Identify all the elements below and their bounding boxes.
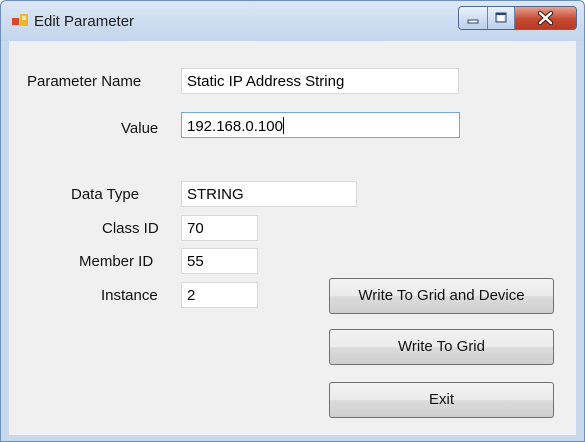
app-icon bbox=[12, 14, 28, 28]
text-caret bbox=[282, 117, 284, 134]
class-id-field[interactable]: 70 bbox=[181, 215, 258, 241]
minimize-button[interactable] bbox=[459, 7, 488, 29]
parameter-name-label: Parameter Name bbox=[27, 73, 142, 90]
value-field[interactable]: 192.168.0.100 bbox=[181, 112, 460, 138]
close-button[interactable] bbox=[515, 7, 576, 29]
instance-field[interactable]: 2 bbox=[181, 282, 258, 308]
form-client-area: Parameter Name Static IP Address String … bbox=[9, 41, 576, 435]
caption-buttons bbox=[458, 6, 577, 30]
member-id-field[interactable]: 55 bbox=[181, 248, 258, 274]
member-id-label: Member ID bbox=[79, 253, 154, 270]
instance-label: Instance bbox=[101, 287, 158, 304]
close-icon bbox=[537, 10, 554, 26]
parameter-name-field[interactable]: Static IP Address String bbox=[181, 68, 459, 94]
data-type-label: Data Type bbox=[71, 186, 140, 203]
write-to-grid-and-device-button[interactable]: Write To Grid and Device bbox=[329, 278, 554, 314]
minimize-icon bbox=[467, 19, 479, 24]
exit-button[interactable]: Exit bbox=[329, 382, 554, 418]
maximize-icon bbox=[495, 12, 507, 23]
data-type-field[interactable]: STRING bbox=[181, 181, 357, 207]
window-title: Edit Parameter bbox=[34, 13, 135, 30]
title-bar[interactable]: Edit Parameter bbox=[1, 1, 584, 41]
edit-parameter-window: Edit Parameter Parameter Name Static IP … bbox=[0, 0, 585, 442]
value-label: Value bbox=[121, 120, 159, 137]
maximize-button[interactable] bbox=[488, 7, 515, 29]
class-id-label: Class ID bbox=[102, 220, 159, 237]
write-to-grid-button[interactable]: Write To Grid bbox=[329, 329, 554, 365]
value-field-text: 192.168.0.100 bbox=[187, 118, 283, 135]
